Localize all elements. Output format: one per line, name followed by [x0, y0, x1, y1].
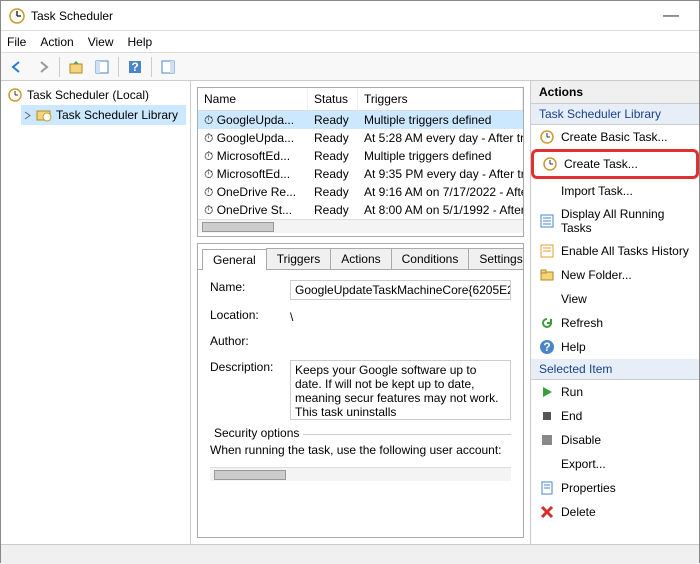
- col-name[interactable]: Name: [198, 88, 308, 110]
- description-field[interactable]: Keeps your Google software up to date. I…: [290, 360, 511, 420]
- tree-root-label: Task Scheduler (Local): [27, 88, 149, 102]
- titlebar: Task Scheduler —: [1, 1, 699, 31]
- folder-icon: [539, 267, 555, 283]
- clock-icon: ⏱: [204, 203, 213, 217]
- up-button[interactable]: [64, 55, 88, 79]
- statusbar: [1, 544, 699, 564]
- clock-blue-icon: [539, 129, 555, 145]
- app-icon: [9, 8, 25, 24]
- chevron-right-icon: [23, 111, 32, 120]
- clock-icon: ⏱: [204, 113, 213, 127]
- action-run[interactable]: Run: [531, 380, 699, 404]
- tree-library[interactable]: Task Scheduler Library: [21, 105, 186, 125]
- action-properties[interactable]: Properties: [531, 476, 699, 500]
- menu-help[interactable]: Help: [128, 35, 153, 49]
- clock-icon: [7, 87, 23, 103]
- action-new-folder[interactable]: New Folder...: [531, 263, 699, 287]
- tab-actions[interactable]: Actions: [330, 248, 391, 269]
- clock-icon: ⏱: [204, 149, 213, 163]
- tree-pane: Task Scheduler (Local) Task Scheduler Li…: [1, 81, 191, 544]
- svg-text:?: ?: [131, 60, 138, 74]
- task-row[interactable]: ⏱ MicrosoftEd... Ready Multiple triggers…: [198, 147, 523, 165]
- author-value: [290, 334, 511, 352]
- menu-file[interactable]: File: [7, 35, 26, 49]
- description-label: Description:: [210, 360, 290, 420]
- clock-icon: ⏱: [204, 131, 213, 145]
- play-icon: [539, 384, 555, 400]
- tree-library-label: Task Scheduler Library: [56, 108, 178, 122]
- col-triggers[interactable]: Triggers: [358, 88, 523, 110]
- actions-section-selected: Selected Item: [531, 359, 699, 380]
- action-import-task[interactable]: Import Task...: [531, 179, 699, 203]
- refresh-icon: [539, 315, 555, 331]
- security-text: When running the task, use the following…: [210, 443, 511, 457]
- back-button[interactable]: [5, 55, 29, 79]
- action-end[interactable]: End: [531, 404, 699, 428]
- menu-view[interactable]: View: [88, 35, 114, 49]
- svg-text:?: ?: [543, 340, 550, 354]
- panel-button-1[interactable]: [90, 55, 114, 79]
- action-help[interactable]: ? Help: [531, 335, 699, 359]
- clock-icon: ⏱: [204, 185, 213, 199]
- tab-triggers[interactable]: Triggers: [266, 248, 332, 269]
- location-value: \: [290, 308, 511, 326]
- delete-icon: [539, 504, 555, 520]
- properties-icon: [539, 480, 555, 496]
- tab-settings[interactable]: Settings: [468, 248, 524, 269]
- tab-conditions[interactable]: Conditions: [391, 248, 470, 269]
- location-label: Location:: [210, 308, 290, 326]
- minimize-button[interactable]: —: [651, 7, 691, 25]
- history-icon: [539, 243, 555, 259]
- main-pane: Name Status Triggers ⏱ GoogleUpda... Rea…: [191, 81, 531, 544]
- action-export[interactable]: Export...: [531, 452, 699, 476]
- details-tabs: General Triggers Actions Conditions Sett…: [198, 244, 523, 270]
- security-group-label: Security options: [210, 426, 303, 440]
- forward-button[interactable]: [31, 55, 55, 79]
- action-view[interactable]: View: [531, 287, 699, 311]
- task-row[interactable]: ⏱ OneDrive St... Ready At 8:00 AM on 5/1…: [198, 201, 523, 219]
- task-list: Name Status Triggers ⏱ GoogleUpda... Rea…: [197, 87, 524, 237]
- window-title: Task Scheduler: [31, 9, 113, 23]
- actions-pane: Actions Task Scheduler Library Create Ba…: [531, 81, 699, 544]
- action-display-running[interactable]: Display All Running Tasks: [531, 203, 699, 239]
- task-row[interactable]: ⏱ GoogleUpda... Ready Multiple triggers …: [198, 111, 523, 129]
- menubar: File Action View Help: [1, 31, 699, 53]
- task-row[interactable]: ⏱ OneDrive Re... Ready At 9:16 AM on 7/1…: [198, 183, 523, 201]
- horizontal-scrollbar[interactable]: [210, 467, 511, 481]
- task-row[interactable]: ⏱ GoogleUpda... Ready At 5:28 AM every d…: [198, 129, 523, 147]
- action-delete[interactable]: Delete: [531, 500, 699, 524]
- task-details: General Triggers Actions Conditions Sett…: [197, 243, 524, 538]
- folder-clock-icon: [36, 107, 52, 123]
- action-create-task[interactable]: Create Task...: [531, 149, 699, 179]
- action-disable[interactable]: Disable: [531, 428, 699, 452]
- author-label: Author:: [210, 334, 290, 352]
- tab-general[interactable]: General: [202, 249, 267, 270]
- col-status[interactable]: Status: [308, 88, 358, 110]
- menu-action[interactable]: Action: [40, 35, 73, 49]
- tree-root[interactable]: Task Scheduler (Local): [5, 85, 186, 105]
- panel-button-2[interactable]: [156, 55, 180, 79]
- clock-icon: [542, 156, 558, 172]
- help-icon: ?: [539, 339, 555, 355]
- action-refresh[interactable]: Refresh: [531, 311, 699, 335]
- toolbar: ?: [1, 53, 699, 81]
- action-enable-history[interactable]: Enable All Tasks History: [531, 239, 699, 263]
- disable-icon: [539, 432, 555, 448]
- action-create-basic-task[interactable]: Create Basic Task...: [531, 125, 699, 149]
- name-field[interactable]: GoogleUpdateTaskMachineCore{6205E29C: [290, 280, 511, 300]
- help-button[interactable]: ?: [123, 55, 147, 79]
- stop-icon: [539, 408, 555, 424]
- task-list-header: Name Status Triggers: [198, 88, 523, 111]
- task-row[interactable]: ⏱ MicrosoftEd... Ready At 9:35 PM every …: [198, 165, 523, 183]
- actions-section-library: Task Scheduler Library: [531, 104, 699, 125]
- clock-icon: ⏱: [204, 167, 213, 181]
- list-icon: [539, 213, 555, 229]
- horizontal-scrollbar[interactable]: [198, 219, 523, 233]
- actions-header: Actions: [531, 81, 699, 104]
- name-label: Name:: [210, 280, 290, 300]
